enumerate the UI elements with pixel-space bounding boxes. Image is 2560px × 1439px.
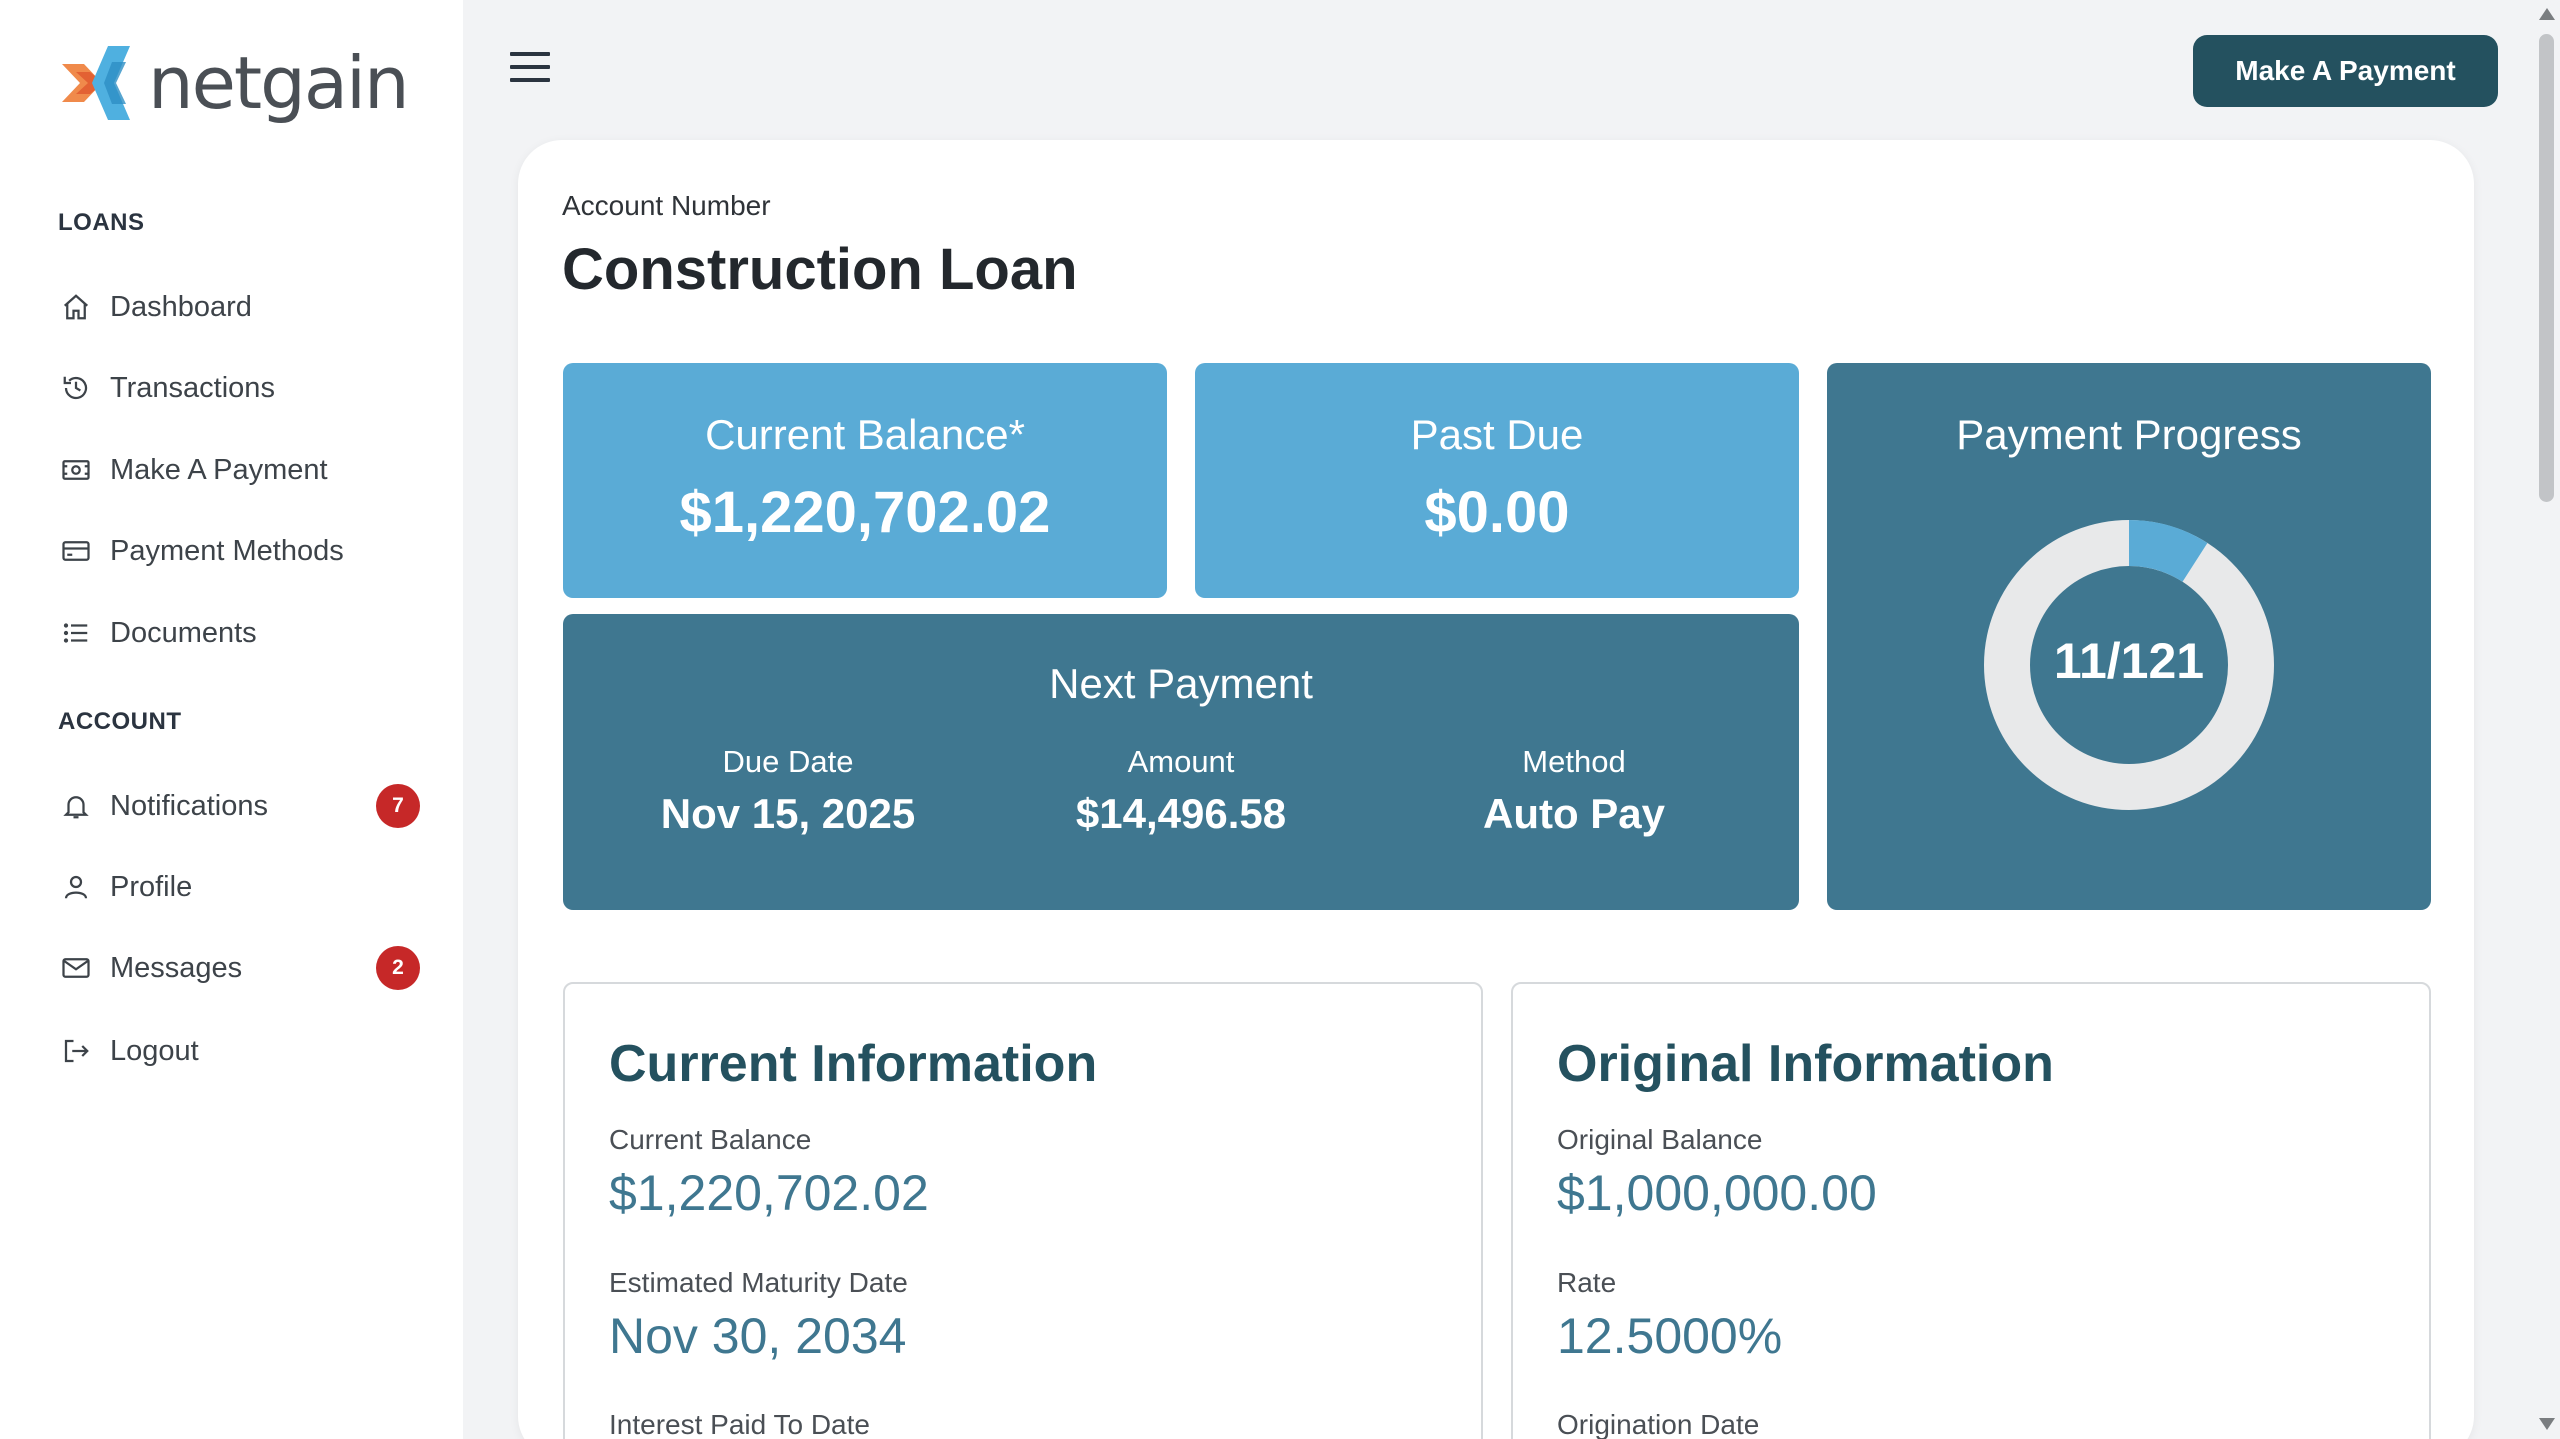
rate-label: Rate: [1557, 1267, 1617, 1298]
interest-paid-label: Interest Paid To Date: [609, 1409, 870, 1439]
make-a-payment-button[interactable]: Make A Payment: [2193, 35, 2498, 107]
past-due-value: $0.00: [1424, 480, 1570, 545]
due-date-column: Due Date Nov 15, 2025: [608, 744, 968, 838]
envelope-icon: [58, 950, 94, 986]
method-value: Auto Pay: [1482, 790, 1666, 837]
sidebar-item-label: Logout: [110, 1034, 199, 1067]
original-information-title: Original Information: [1557, 1035, 2054, 1093]
home-icon: [58, 289, 94, 325]
scroll-up-icon[interactable]: [2539, 8, 2555, 20]
payment-progress-tile: Payment Progress 11/121: [1827, 363, 2431, 910]
sidebar-item-documents[interactable]: Documents: [58, 603, 428, 663]
past-due-title: Past Due: [1410, 411, 1584, 458]
credit-card-icon: [58, 533, 94, 569]
sidebar-item-label: Documents: [110, 616, 257, 649]
rate-value: 12.5000%: [1557, 1308, 1783, 1364]
method-column: Method Auto Pay: [1394, 744, 1754, 838]
maturity-date-value: Nov 30, 2034: [609, 1308, 907, 1364]
sidebar-item-dashboard[interactable]: Dashboard: [58, 277, 428, 337]
sidebar-item-messages[interactable]: Messages 2: [58, 938, 428, 998]
current-balance-label: Current Balance: [609, 1124, 812, 1155]
original-balance-amount: $1,000,000.00: [1557, 1165, 1877, 1221]
sidebar-item-profile[interactable]: Profile: [58, 857, 428, 917]
sidebar-item-make-a-payment[interactable]: Make A Payment: [58, 440, 428, 500]
sidebar-item-label: Dashboard: [110, 290, 252, 323]
messages-badge: 2: [376, 946, 420, 990]
cash-icon: [58, 452, 94, 488]
current-information-card: Current Information Current Balance $1,2…: [563, 982, 1483, 1439]
next-payment-title: Next Payment: [1049, 660, 1313, 707]
due-date-label: Due Date: [722, 744, 854, 779]
amount-label: Amount: [1127, 744, 1235, 779]
list-icon: [58, 615, 94, 651]
notifications-badge: 7: [376, 784, 420, 828]
progress-ring-text: 11/121: [2054, 633, 2204, 689]
sidebar-item-notifications[interactable]: Notifications 7: [58, 776, 428, 836]
sidebar-item-label: Messages: [110, 951, 243, 984]
current-balance-tile: Current Balance* $1,220,702.02: [563, 363, 1167, 598]
brand-name: netgain: [148, 41, 410, 125]
past-due-tile: Past Due $0.00: [1195, 363, 1799, 598]
bell-icon: [58, 788, 94, 824]
loan-summary-card: Account Number Construction Loan Current…: [518, 140, 2474, 1439]
page-scrollbar[interactable]: [2533, 0, 2560, 1439]
scroll-thumb[interactable]: [2539, 34, 2554, 502]
original-information-card: Original Information Original Balance $1…: [1511, 982, 2431, 1439]
sidebar-item-label: Transactions: [110, 371, 275, 404]
account-number-label: Account Number: [562, 190, 771, 221]
history-icon: [58, 370, 94, 406]
logout-icon: [58, 1033, 94, 1069]
sidebar-item-transactions[interactable]: Transactions: [58, 358, 428, 418]
page-title: Construction Loan: [562, 237, 1078, 302]
person-icon: [58, 869, 94, 905]
maturity-date-label: Estimated Maturity Date: [609, 1267, 908, 1298]
next-payment-tile: Next Payment Due Date Nov 15, 2025 Amoun…: [563, 614, 1799, 910]
sidebar-item-label: Profile: [110, 870, 193, 903]
account-section-label: ACCOUNT: [58, 708, 182, 735]
loans-section-label: LOANS: [58, 209, 145, 236]
sidebar: netgain LOANS Dashboard Transactions Mak…: [0, 0, 463, 1439]
current-balance-value: $1,220,702.02: [679, 480, 1051, 545]
scroll-down-icon[interactable]: [2539, 1418, 2555, 1430]
payment-progress-ring: 11/121: [1984, 520, 2274, 810]
original-balance-label: Original Balance: [1557, 1124, 1763, 1155]
amount-column: Amount $14,496.58: [1001, 744, 1361, 838]
payment-progress-title: Payment Progress: [1956, 411, 2302, 458]
due-date-value: Nov 15, 2025: [660, 790, 916, 837]
menu-toggle-icon[interactable]: [510, 52, 550, 86]
sidebar-item-payment-methods[interactable]: Payment Methods: [58, 521, 428, 581]
netgain-logo[interactable]: netgain: [58, 41, 410, 125]
sidebar-item-label: Notifications: [110, 789, 268, 822]
netgain-logo-mark: [62, 46, 130, 120]
sidebar-item-logout[interactable]: Logout: [58, 1021, 428, 1081]
sidebar-item-label: Payment Methods: [110, 534, 344, 567]
current-balance-amount: $1,220,702.02: [609, 1165, 929, 1221]
current-balance-title: Current Balance*: [705, 411, 1025, 458]
origination-date-label: Origination Date: [1557, 1409, 1760, 1439]
sidebar-item-label: Make A Payment: [110, 453, 328, 486]
method-label: Method: [1522, 744, 1626, 779]
current-information-title: Current Information: [609, 1035, 1098, 1093]
amount-value: $14,496.58: [1075, 790, 1287, 837]
